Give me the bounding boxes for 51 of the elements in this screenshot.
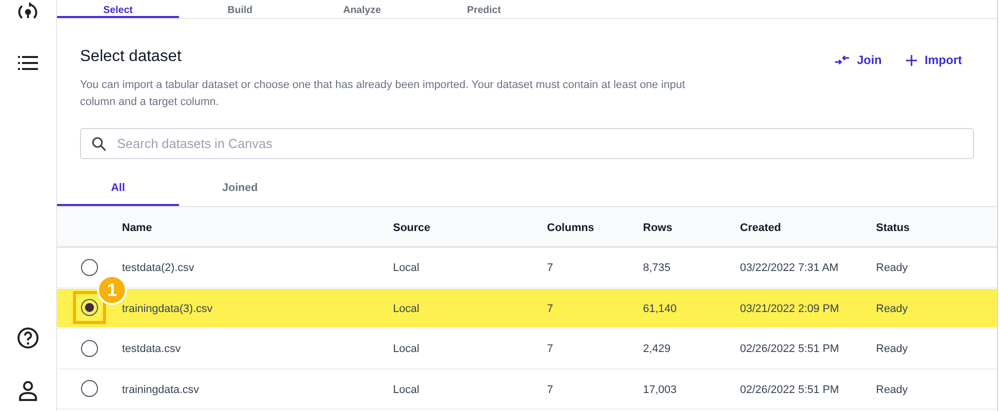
join-button[interactable]: Join bbox=[834, 51, 882, 69]
table-cell: 17,003 bbox=[643, 384, 677, 396]
column-header: Rows bbox=[643, 222, 672, 234]
help-icon[interactable] bbox=[17, 327, 39, 349]
column-header: Created bbox=[740, 222, 781, 234]
table-cell: 7 bbox=[547, 262, 554, 274]
user-icon[interactable] bbox=[19, 381, 37, 401]
table-cell: 61,140 bbox=[643, 302, 677, 315]
dataset-tab[interactable]: Joined bbox=[179, 173, 301, 206]
table-cell: Local bbox=[393, 384, 420, 396]
column-header: Name bbox=[122, 222, 152, 234]
table-cell: Local bbox=[393, 302, 420, 315]
table-cell: Ready bbox=[876, 343, 908, 356]
search-field[interactable]: Search datasets in Canvas bbox=[80, 128, 974, 159]
table-cell: 7 bbox=[547, 302, 554, 315]
join-icon bbox=[834, 55, 849, 65]
import-button[interactable]: Import bbox=[906, 51, 962, 69]
table-cell: testdata(2).csv bbox=[122, 262, 194, 274]
radio-button[interactable] bbox=[81, 380, 98, 398]
table-cell: Ready bbox=[876, 262, 908, 274]
table-cell: Local bbox=[393, 343, 420, 356]
column-header: Source bbox=[393, 222, 430, 234]
panel-description: You can import a tabular dataset or choose one that has already been imported. Your dataset must contain at least one input column and a target column. bbox=[80, 78, 686, 110]
table-cell: Local bbox=[393, 262, 420, 274]
column-header: Status bbox=[876, 222, 910, 234]
nav-tab[interactable]: Build bbox=[179, 0, 301, 18]
radio-button[interactable] bbox=[81, 299, 98, 316]
column-header: Columns bbox=[547, 222, 594, 234]
table-cell: 8,735 bbox=[643, 262, 671, 274]
table-cell: trainingdata.csv bbox=[122, 384, 200, 396]
table-cell: testdata.csv bbox=[122, 343, 181, 356]
table-cell: 02/26/2022 5:51 PM bbox=[740, 343, 840, 356]
radio-button[interactable] bbox=[81, 258, 98, 276]
table-cell: 03/22/2022 7:31 AM bbox=[740, 262, 838, 274]
list-icon[interactable] bbox=[18, 56, 38, 70]
table-cell: 2,429 bbox=[643, 343, 671, 356]
radio-button[interactable] bbox=[81, 340, 98, 357]
panel-title: Select dataset bbox=[80, 47, 182, 67]
nav-tab[interactable]: Predict bbox=[423, 0, 545, 18]
table-cell: 02/26/2022 5:51 PM bbox=[740, 384, 840, 396]
nav-tab[interactable]: Analyze bbox=[301, 0, 423, 18]
callout-badge: 1 bbox=[97, 275, 127, 306]
table-cell: 7 bbox=[547, 384, 554, 396]
table-cell: trainingdata(3).csv bbox=[122, 302, 212, 315]
search-icon bbox=[92, 137, 106, 151]
table-cell: 03/21/2022 2:09 PM bbox=[740, 302, 840, 315]
table-cell: Ready bbox=[876, 302, 908, 315]
nav-tab[interactable]: Select bbox=[57, 0, 179, 18]
table-cell: 7 bbox=[547, 343, 554, 356]
table-cell: Ready bbox=[876, 384, 908, 396]
plus-icon bbox=[906, 54, 917, 66]
